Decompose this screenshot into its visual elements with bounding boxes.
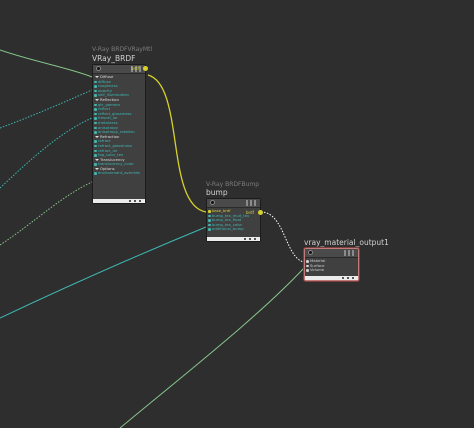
input-connector[interactable] — [94, 126, 97, 130]
wire-brdf-to-bump[interactable] — [147, 74, 207, 213]
shader-ball-icon — [96, 66, 101, 71]
footer-dot-icon[interactable] — [129, 200, 131, 202]
input-connector[interactable] — [306, 269, 309, 272]
input-connector[interactable] — [208, 210, 211, 213]
wire-green-dotted[interactable] — [0, 181, 93, 246]
footer-dot-icon[interactable] — [139, 200, 141, 202]
footer-dot-icon[interactable] — [347, 277, 349, 279]
input-connector[interactable] — [94, 80, 97, 84]
input-connector[interactable] — [94, 144, 97, 148]
footer-dot-icon[interactable] — [134, 200, 136, 202]
input-volume[interactable]: Volume — [306, 267, 358, 273]
brdf-node-header[interactable]: brdf — [93, 65, 148, 74]
input-connector[interactable] — [94, 154, 97, 157]
input-connector[interactable] — [306, 264, 309, 268]
input-environment-override[interactable]: environment_override — [94, 171, 145, 176]
wire-teal-dotted-1[interactable] — [0, 89, 93, 129]
input-additional-bump[interactable]: additional_bump — [208, 227, 260, 232]
bump-node-name[interactable]: bump — [206, 188, 228, 197]
input-connector[interactable] — [94, 94, 97, 97]
footer-dot-icon[interactable] — [254, 238, 256, 240]
wire-bump-to-output[interactable] — [260, 211, 305, 263]
wire-teal-long[interactable] — [0, 226, 207, 319]
brdf-node-footer[interactable] — [93, 199, 145, 203]
input-connector[interactable] — [94, 121, 97, 125]
bump-node[interactable]: brdf base_brdf bump_tex_mult_tex bump_te… — [206, 198, 263, 242]
wire-teal-dotted-2[interactable] — [0, 117, 93, 189]
footer-dot-icon[interactable] — [244, 238, 246, 240]
input-connector[interactable] — [94, 140, 97, 143]
input-connector[interactable] — [94, 149, 97, 152]
brdf-output-label: brdf — [130, 66, 139, 71]
input-connector[interactable] — [208, 228, 211, 231]
template-icon[interactable] — [139, 66, 141, 72]
template-icon[interactable] — [254, 200, 256, 206]
input-connector[interactable] — [94, 117, 97, 120]
input-connector[interactable] — [94, 163, 97, 166]
output-node-footer[interactable] — [305, 276, 358, 280]
footer-dot-icon[interactable] — [249, 238, 251, 240]
bump-node-type-label: V-Ray BRDFBump — [206, 181, 260, 188]
shader-ball-icon — [210, 200, 215, 205]
input-connector[interactable] — [208, 214, 211, 218]
input-connector[interactable] — [94, 103, 97, 107]
input-connector[interactable] — [94, 172, 97, 175]
brdf-node-type-label: V-Ray BRDFVRayMtl — [92, 46, 153, 53]
bypass-icon[interactable] — [344, 250, 346, 256]
input-connector[interactable] — [94, 131, 97, 134]
wire-green-top[interactable] — [0, 49, 93, 78]
footer-dot-icon[interactable] — [352, 277, 354, 279]
bump-node-footer[interactable] — [207, 237, 260, 241]
input-connector[interactable] — [208, 219, 211, 222]
bump-node-header[interactable] — [207, 199, 260, 208]
input-connector[interactable] — [208, 223, 211, 227]
lock-icon[interactable] — [348, 250, 350, 256]
output-node-header[interactable] — [305, 249, 358, 258]
shader-ball-icon — [308, 250, 313, 255]
wire-green-long[interactable] — [119, 267, 305, 428]
footer-dot-icon[interactable] — [342, 277, 344, 279]
brdf-node-name[interactable]: VRay_BRDF — [92, 54, 135, 63]
input-connector[interactable] — [94, 112, 97, 116]
template-icon[interactable] — [352, 250, 354, 256]
input-connector[interactable] — [94, 108, 97, 111]
bypass-icon[interactable] — [246, 200, 248, 206]
material-output-node[interactable]: Material Surface Volume — [304, 248, 359, 281]
input-connector[interactable] — [306, 260, 309, 263]
output-node-name[interactable]: vray_material_output1 — [304, 238, 389, 247]
brdf-node[interactable]: brdf Diffuse diffuse roughness opacity s… — [92, 64, 148, 204]
brdf-output-connector[interactable] — [143, 66, 148, 71]
input-connector[interactable] — [94, 89, 97, 93]
lock-icon[interactable] — [250, 200, 252, 206]
input-connector[interactable] — [94, 85, 97, 88]
